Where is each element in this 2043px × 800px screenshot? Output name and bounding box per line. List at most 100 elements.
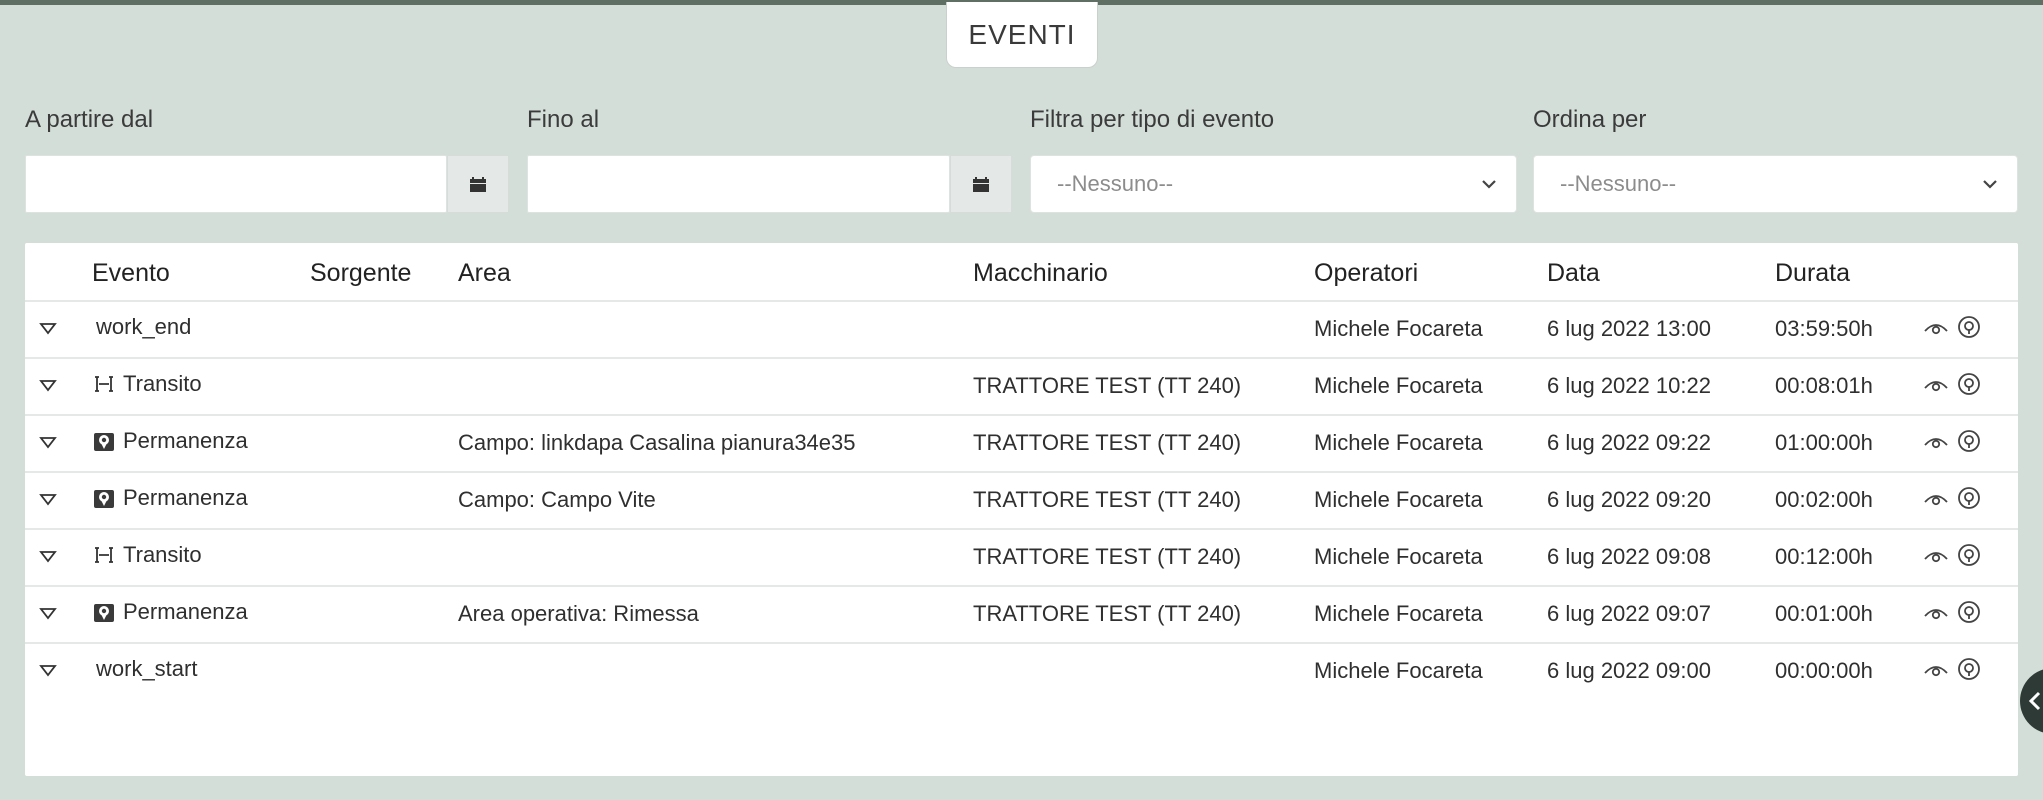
to-date-input[interactable] [527,155,950,213]
map-location-icon[interactable] [1957,543,1981,574]
side-panel-toggle[interactable] [2020,668,2043,734]
order-by-label: Ordina per [1533,106,1647,133]
event-type-select[interactable]: --Nessuno-- [1030,155,1517,213]
event-name: work_start [96,656,198,681]
cell-durata: 01:00:00h [1775,430,1873,455]
page-title: EVENTI [946,2,1098,68]
table-row[interactable]: Transito TRATTORE TEST (TT 240) Michele Fo… [25,357,2018,413]
cell-operatori: Michele Focareta [1314,430,1483,455]
from-calendar-button[interactable] [447,155,509,213]
cell-data: 6 lug 2022 13:00 [1547,316,1711,341]
cell-macchinario: TRATTORE TEST (TT 240) [973,487,1242,512]
table-row[interactable]: work_start Michele Focareta 6 lug 2022 09:… [25,642,2018,698]
from-date-label: A partire dal [25,106,154,133]
cell-macchinario: TRATTORE TEST (TT 240) [973,373,1242,398]
cell-operatori: Michele Focareta [1314,544,1483,569]
location-pin-icon [94,490,114,508]
view-eye-icon[interactable] [1923,659,1949,686]
event-name: work_end [96,314,192,339]
cell-macchinario: TRATTORE TEST (TT 240) [973,601,1242,626]
cell-operatori: Michele Focareta [1314,658,1483,683]
event-cell: work_start [96,656,197,682]
map-location-icon[interactable] [1957,600,1981,631]
column-header-area[interactable]: Area [458,259,511,288]
cell-durata: 00:08:01h [1775,373,1873,398]
cell-durata: 00:01:00h [1775,601,1873,626]
event-cell: Permanenza [93,599,248,625]
location-pin-icon [94,433,114,451]
view-eye-icon[interactable] [1923,317,1949,344]
table-row[interactable]: Permanenza Campo: linkdapa Casalina pianu… [25,414,2018,470]
event-type-selected: --Nessuno-- [1057,171,1174,196]
event-cell: Permanenza [93,485,248,511]
event-cell: Transito [93,371,202,397]
cell-data: 6 lug 2022 09:22 [1547,430,1711,455]
event-name: Permanenza [123,428,248,453]
cell-data: 6 lug 2022 10:22 [1547,373,1711,398]
event-cell: Permanenza [93,428,248,454]
column-header-evento[interactable]: Evento [92,259,170,288]
expand-triangle-icon[interactable] [39,606,57,625]
view-eye-icon[interactable] [1923,374,1949,401]
cell-area: Area operativa: Rimessa [458,601,699,626]
cell-macchinario: TRATTORE TEST (TT 240) [973,544,1242,569]
cell-macchinario: TRATTORE TEST (TT 240) [973,430,1242,455]
table-row[interactable]: Permanenza Area operativa: Rimessa TRATTOR… [25,585,2018,641]
map-location-icon[interactable] [1957,315,1981,346]
view-eye-icon[interactable] [1923,545,1949,572]
column-header-durata[interactable]: Durata [1775,259,1850,288]
row-actions [1923,486,1981,517]
to-calendar-button[interactable] [950,155,1012,213]
chevron-left-icon [2028,691,2041,711]
row-actions [1923,600,1981,631]
cell-data: 6 lug 2022 09:20 [1547,487,1711,512]
expand-triangle-icon[interactable] [39,435,57,454]
map-location-icon[interactable] [1957,429,1981,460]
expand-triangle-icon[interactable] [39,549,57,568]
expand-triangle-icon[interactable] [39,492,57,511]
from-date-input[interactable] [25,155,447,213]
event-name: Permanenza [123,599,248,624]
map-location-icon[interactable] [1957,486,1981,517]
calendar-icon [470,176,486,192]
column-header-operatori[interactable]: Operatori [1314,259,1418,288]
cell-data: 6 lug 2022 09:00 [1547,658,1711,683]
events-table: Evento Sorgente Area Macchinario Operato… [25,243,2018,776]
cell-area: Campo: linkdapa Casalina pianura34e35 [458,430,856,455]
expand-triangle-icon[interactable] [39,321,57,340]
transit-icon [95,376,113,392]
column-header-macchinario[interactable]: Macchinario [973,259,1108,288]
map-location-icon[interactable] [1957,372,1981,403]
table-row[interactable]: Permanenza Campo: Campo Vite TRATTORE TEST… [25,471,2018,527]
calendar-icon [973,176,989,192]
event-name: Transito [123,371,202,396]
view-eye-icon[interactable] [1923,431,1949,458]
cell-durata: 03:59:50h [1775,316,1873,341]
row-actions [1923,315,1981,346]
expand-triangle-icon[interactable] [39,378,57,397]
column-header-sorgente[interactable]: Sorgente [310,259,411,288]
map-location-icon[interactable] [1957,657,1981,688]
cell-area: Campo: Campo Vite [458,487,656,512]
row-actions [1923,543,1981,574]
chevron-down-icon [1482,180,1496,189]
event-type-label: Filtra per tipo di evento [1030,106,1275,133]
table-row[interactable]: Transito TRATTORE TEST (TT 240) Michele Fo… [25,528,2018,584]
location-pin-icon [94,604,114,622]
cell-operatori: Michele Focareta [1314,601,1483,626]
order-by-selected: --Nessuno-- [1560,171,1677,196]
view-eye-icon[interactable] [1923,488,1949,515]
event-name: Permanenza [123,485,248,510]
order-by-select[interactable]: --Nessuno-- [1533,155,2018,213]
table-row[interactable]: work_end Michele Focareta 6 lug 2022 13:00… [25,300,2018,356]
row-actions [1923,657,1981,688]
row-actions [1923,429,1981,460]
view-eye-icon[interactable] [1923,602,1949,629]
column-header-data[interactable]: Data [1547,259,1600,288]
cell-operatori: Michele Focareta [1314,316,1483,341]
cell-durata: 00:00:00h [1775,658,1873,683]
chevron-down-icon [1983,180,1997,189]
cell-data: 6 lug 2022 09:07 [1547,601,1711,626]
expand-triangle-icon[interactable] [39,663,57,682]
event-cell: work_end [96,314,191,340]
